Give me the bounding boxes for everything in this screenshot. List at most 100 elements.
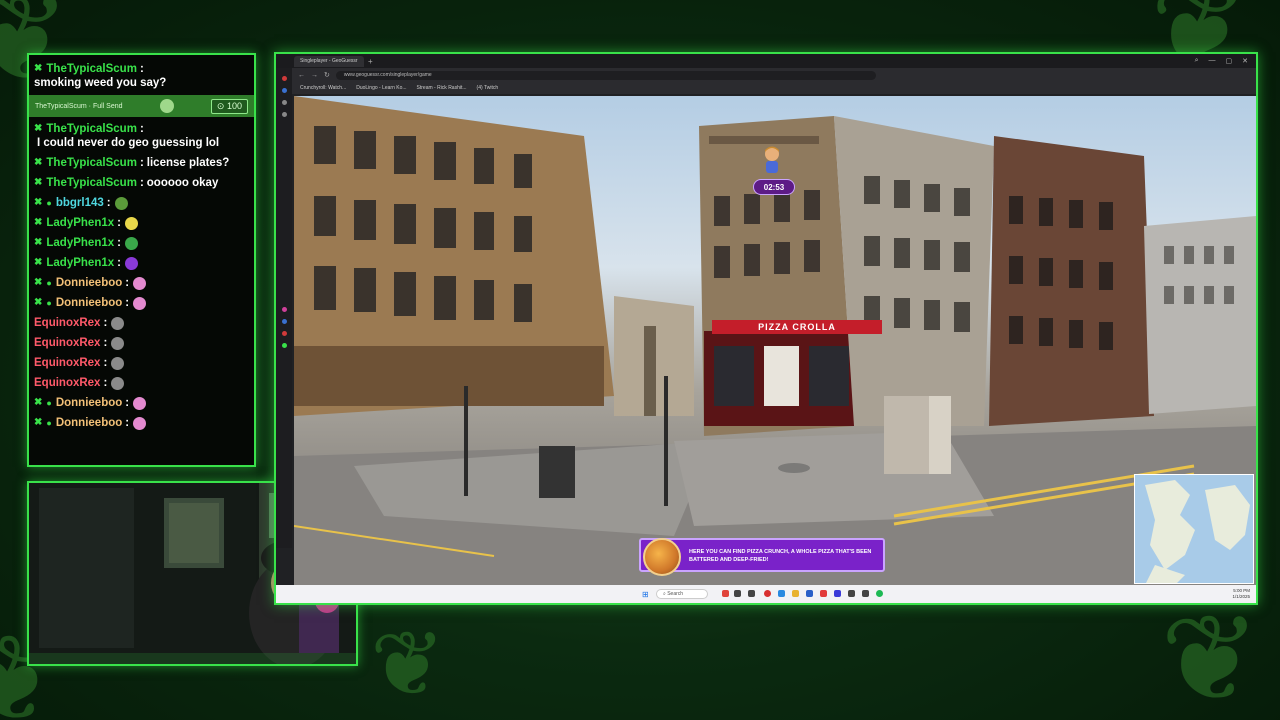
chat-separator: : [103,317,108,329]
chat-username[interactable]: LadyPhen1x [46,216,114,230]
chat-message: ✖ LadyPhen1x: [34,213,249,233]
taskbar-app-icon[interactable] [778,590,785,597]
chat-message: ✖ TheTypicalScum : smoking weed you say? [34,62,167,89]
sub-badge-icon: ● [46,418,52,428]
taskbar-app-icon[interactable] [834,590,841,597]
taskbar-app-icon[interactable] [848,590,855,597]
chat-separator: : [139,177,144,189]
bookmark-item[interactable]: (4) Twitch [477,85,499,91]
chat-message: ✖ TheTypicalScum: I could never do geo gue… [34,119,249,153]
sidebar-app-icon[interactable] [281,319,287,324]
chat-text: license plates? [146,157,230,169]
taskbar-app-icon[interactable] [862,590,869,597]
chat-username[interactable]: LadyPhen1x [46,236,114,250]
browser-sidebar [276,68,292,548]
chat-username[interactable]: TheTypicalScum [46,62,137,76]
emote-icon [133,396,147,410]
pizza-icon [643,538,681,576]
tab-title: Singleplayer - GeoGuessr [300,58,358,64]
windows-taskbar: ⊞ ⌕ Search 5:00 PM 1/1/2025 [276,585,1256,603]
bookmark-item[interactable]: Crunchyroll: Watch... [300,85,346,91]
close-icon[interactable]: ✕ [1242,57,1248,65]
chat-panel: ✖ TheTypicalScum : smoking weed you say?… [27,53,256,467]
sidebar-app-icon[interactable] [281,88,287,93]
chat-username[interactable]: Donnieeboo [56,396,122,410]
browser-tab[interactable]: Singleplayer - GeoGuessr [294,55,364,67]
guess-map[interactable] [1134,474,1254,584]
window-controls: ⌕ — ▢ ✕ [1195,57,1256,65]
taskbar-app-icon[interactable] [806,590,813,597]
chat-username[interactable]: TheTypicalScum [46,122,137,136]
chat-text: oooooo okay [146,177,219,189]
chat-username[interactable]: EquinoxRex [34,336,100,350]
chat-separator: : [125,297,130,309]
sidebar-app-icon[interactable] [281,112,287,117]
map-image [1135,475,1253,583]
chat-message: ✖ TheTypicalScum: license plates? [34,153,249,173]
chat-message: EquinoxRex: [34,333,249,353]
bookmarks-bar: Crunchyroll: Watch... DuoLingo - Learn Ko… [276,82,1256,94]
chat-message: ✖ LadyPhen1x: [34,233,249,253]
fun-fact-toast: HERE YOU CAN FIND PIZZA CRUNCH, A WHOLE … [639,538,885,576]
chat-username[interactable]: EquinoxRex [34,356,100,370]
chat-username[interactable]: LadyPhen1x [46,256,114,270]
sidebar-app-icon[interactable] [281,343,287,348]
bookmark-item[interactable]: DuoLingo - Learn Ko... [356,85,406,91]
sidebar-app-icon[interactable] [281,76,287,81]
street-view-panorama[interactable]: PIZZA CROLLA 02:53 HERE YOU CAN FIND PIZ… [294,96,1256,586]
bookmark-item[interactable]: Stream - Rick Rashit... [417,85,467,91]
chat-username[interactable]: Donnieeboo [56,416,122,430]
url-input[interactable]: www.geoguessr.com/singleplayer/game [335,70,876,80]
emote-icon [133,416,147,430]
maximize-icon[interactable]: ▢ [1226,57,1233,65]
chat-username[interactable]: TheTypicalScum [46,156,137,170]
taskbar-app-icon[interactable] [820,590,827,597]
system-clock[interactable]: 5:00 PM 1/1/2025 [1232,588,1250,600]
taskbar-app-icon[interactable] [722,590,729,597]
chat-separator: : [103,357,108,369]
sidebar-app-icon[interactable] [281,100,287,105]
opera-icon[interactable] [764,590,771,597]
folder-icon[interactable] [792,590,799,597]
chat-username[interactable]: Donnieeboo [56,276,122,290]
new-tab-icon[interactable]: + [368,57,373,66]
emote-icon [124,256,138,270]
emote-icon [159,99,174,113]
points-value: 100 [226,100,242,111]
forward-icon[interactable]: → [311,72,318,79]
chat-message: ✖ ● Donnieeboo: [34,393,249,413]
search-tabs-icon[interactable]: ⌕ [1195,57,1199,65]
mod-badge-icon: ✖ [34,197,43,208]
minimize-icon[interactable]: — [1209,57,1216,65]
sub-badge-icon: ● [46,278,52,288]
emote-icon [124,216,138,230]
chat-message: ✖ ● Donnieeboo: [34,293,249,313]
taskbar-search-input[interactable]: ⌕ Search [656,589,708,599]
cannabis-leaf-decoration: ❦ [370,612,446,717]
reload-icon[interactable]: ↻ [324,71,330,79]
chat-separator: : [139,123,144,135]
taskbar-app-icon[interactable] [748,590,755,597]
chat-message: ✖ ● Donnieeboo: [34,273,249,293]
sub-badge-icon: ● [46,298,52,308]
emote-icon [111,376,125,390]
chat-username[interactable]: Donnieeboo [56,296,122,310]
chat-username[interactable]: TheTypicalScum [46,176,137,190]
toast-text: HERE YOU CAN FIND PIZZA CRUNCH, A WHOLE … [689,549,872,563]
chat-username[interactable]: EquinoxRex [34,376,100,390]
mod-badge-icon: ✖ [34,297,43,308]
taskbar-app-icon[interactable] [734,590,741,597]
chat-username[interactable]: EquinoxRex [34,316,100,330]
windows-start-icon[interactable]: ⊞ [642,590,649,599]
chat-username[interactable]: bbgrl143 [56,196,104,210]
mod-badge-icon: ✖ [34,217,43,228]
back-icon[interactable]: ← [298,72,305,79]
spotify-icon[interactable] [876,590,883,597]
chat-separator: : [125,397,130,409]
sidebar-app-icon[interactable] [281,331,287,336]
mod-badge-icon: ✖ [34,157,43,168]
sidebar-app-icon[interactable] [281,307,287,312]
chat-message: ✖ TheTypicalScum: oooooo okay [34,173,249,193]
emote-icon [133,296,147,310]
chat-separator: : [125,417,130,429]
